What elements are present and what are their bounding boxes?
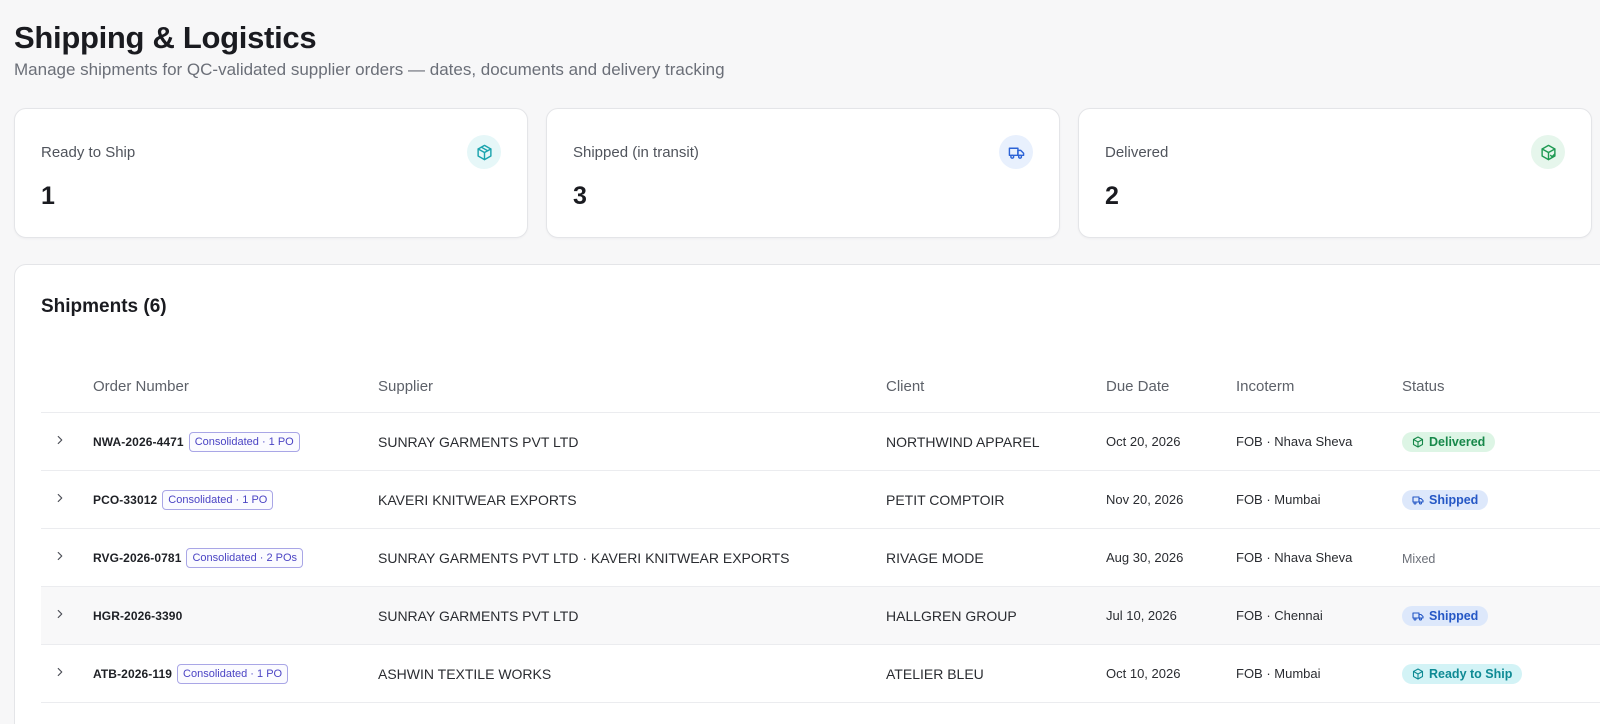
chevron-right-icon[interactable]: [53, 665, 67, 682]
incoterm-cell: FOB · Mumbai: [1236, 492, 1321, 507]
page-title: Shipping & Logistics: [14, 20, 317, 55]
table-row[interactable]: NWA-2026-4471 Consolidated · 1 PO SUNRAY…: [41, 413, 1600, 471]
client-cell: PETIT COMPTOIR: [886, 491, 1005, 508]
client-cell: ATELIER BLEU: [886, 665, 984, 682]
package-check-icon: [1531, 135, 1565, 169]
chevron-right-icon[interactable]: [53, 491, 67, 508]
header-client[interactable]: Client: [886, 378, 1106, 395]
status-label: Delivered: [1429, 434, 1486, 449]
stat-value: 3: [573, 182, 587, 210]
consolidated-badge: Consolidated · 1 PO: [177, 663, 289, 684]
stat-value: 1: [41, 182, 55, 210]
stat-label: Ready to Ship: [41, 144, 136, 161]
header-supplier[interactable]: Supplier: [378, 378, 886, 395]
shipments-table: Order Number Supplier Client Due Date In…: [41, 361, 1600, 703]
incoterm-cell: FOB · Nhava Sheva: [1236, 550, 1353, 565]
shipments-panel: Shipments (6) Order Number Supplier Clie…: [14, 264, 1600, 724]
supplier-cell: SUNRAY GARMENTS PVT LTD: [378, 607, 579, 624]
truck-icon: [999, 135, 1033, 169]
status-badge: Ready to Ship: [1402, 663, 1523, 684]
chevron-right-icon[interactable]: [53, 549, 67, 566]
status-badge: Delivered: [1402, 431, 1496, 452]
package-icon: [467, 135, 501, 169]
shipments-title: Shipments (6): [41, 296, 167, 317]
table-row[interactable]: RVG-2026-0781 Consolidated · 2 POs SUNRA…: [41, 529, 1600, 587]
incoterm-cell: FOB · Mumbai: [1236, 666, 1321, 681]
stat-label: Shipped (in transit): [573, 144, 699, 161]
status-badge: Shipped: [1402, 605, 1489, 626]
order-number[interactable]: PCO-33012: [93, 493, 157, 507]
supplier-cell: SUNRAY GARMENTS PVT LTD · KAVERI KNITWEA…: [378, 549, 790, 566]
due-date-cell: Oct 10, 2026: [1106, 666, 1181, 681]
consolidated-badge: Consolidated · 1 PO: [188, 431, 300, 452]
client-cell: RIVAGE MODE: [886, 549, 984, 566]
client-cell: NORTHWIND APPAREL: [886, 433, 1040, 450]
incoterm-cell: FOB · Nhava Sheva: [1236, 434, 1353, 449]
consolidated-badge: Consolidated · 1 PO: [162, 489, 274, 510]
stat-card-ready-to-ship: Ready to Ship 1: [14, 108, 528, 238]
table-row[interactable]: ATB-2026-119 Consolidated · 1 PO ASHWIN …: [41, 645, 1600, 703]
supplier-cell: ASHWIN TEXTILE WORKS: [378, 665, 552, 682]
table-row[interactable]: HGR-2026-3390 SUNRAY GARMENTS PVT LTD HA…: [41, 587, 1600, 645]
due-date-cell: Oct 20, 2026: [1106, 434, 1181, 449]
incoterm-cell: FOB · Chennai: [1236, 608, 1323, 623]
header-incoterm[interactable]: Incoterm: [1236, 378, 1402, 395]
package-icon: [1412, 667, 1424, 680]
table-row[interactable]: PCO-33012 Consolidated · 1 PO KAVERI KNI…: [41, 471, 1600, 529]
truck-icon: [1412, 495, 1424, 505]
order-number[interactable]: RVG-2026-0781: [93, 551, 181, 565]
table-header: Order Number Supplier Client Due Date In…: [41, 361, 1600, 413]
stat-card-shipped: Shipped (in transit) 3: [546, 108, 1060, 238]
header-status[interactable]: Status: [1402, 378, 1582, 395]
package-check-icon: [1412, 435, 1424, 448]
truck-icon: [1412, 611, 1424, 621]
due-date-cell: Jul 10, 2026: [1106, 608, 1177, 623]
supplier-cell: SUNRAY GARMENTS PVT LTD: [378, 433, 579, 450]
consolidated-badge: Consolidated · 2 POs: [186, 547, 304, 568]
stat-value: 2: [1105, 182, 1119, 210]
due-date-cell: Aug 30, 2026: [1106, 550, 1184, 565]
chevron-right-icon[interactable]: [53, 433, 67, 450]
status-label: Shipped: [1429, 492, 1479, 507]
status-label: Shipped: [1429, 608, 1479, 623]
shipping-logistics-page: Shipping & Logistics Manage shipments fo…: [0, 0, 1600, 724]
due-date-cell: Nov 20, 2026: [1106, 492, 1184, 507]
status-label: Mixed: [1402, 551, 1436, 566]
page-subtitle: Manage shipments for QC-validated suppli…: [14, 60, 725, 79]
order-number[interactable]: NWA-2026-4471: [93, 435, 184, 449]
order-number[interactable]: HGR-2026-3390: [93, 609, 182, 623]
header-due-date[interactable]: Due Date: [1106, 378, 1236, 395]
status-badge: Shipped: [1402, 489, 1489, 510]
supplier-cell: KAVERI KNITWEAR EXPORTS: [378, 491, 577, 508]
chevron-right-icon[interactable]: [53, 607, 67, 624]
client-cell: HALLGREN GROUP: [886, 607, 1017, 624]
stat-label: Delivered: [1105, 144, 1169, 161]
stat-card-delivered: Delivered 2: [1078, 108, 1592, 238]
stats-row: Ready to Ship 1 Shipped (in transit) 3 D…: [14, 108, 1592, 238]
order-number[interactable]: ATB-2026-119: [93, 667, 172, 681]
status-label: Ready to Ship: [1429, 666, 1513, 681]
header-order-number[interactable]: Order Number: [93, 378, 378, 395]
